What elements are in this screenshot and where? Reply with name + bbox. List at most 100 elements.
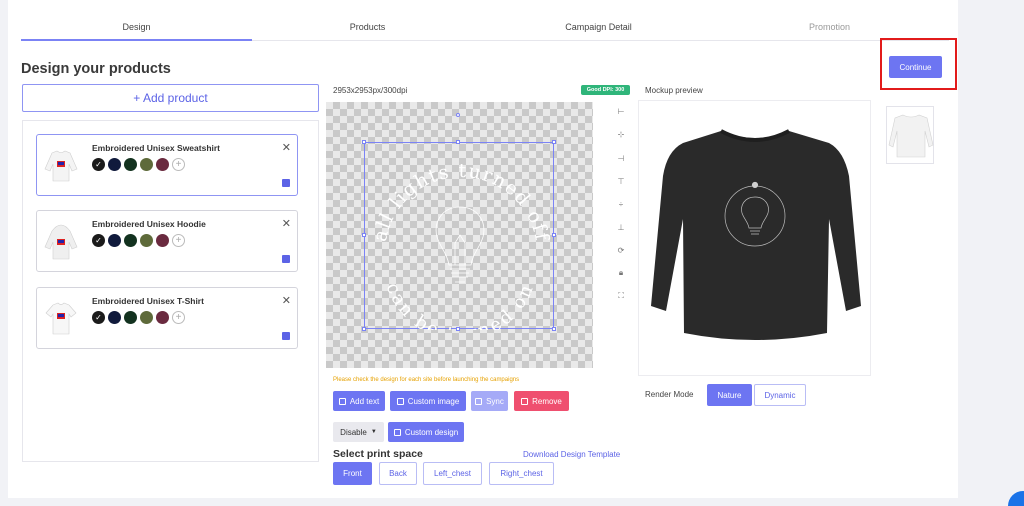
color-swatch-forest[interactable] xyxy=(124,311,137,324)
custom-design-button[interactable]: Custom design xyxy=(388,422,464,442)
color-swatch-forest[interactable] xyxy=(124,234,137,247)
mockup-preview-label: Mockup preview xyxy=(645,86,703,95)
rotate-icon[interactable]: ⟳ xyxy=(614,243,628,257)
product-name: Embroidered Unisex T-Shirt xyxy=(92,296,204,306)
align-center-h-icon[interactable]: ⊹ xyxy=(614,127,628,141)
mockup-preview: ● xyxy=(638,100,871,376)
close-icon[interactable]: ✕ xyxy=(282,294,291,307)
color-swatch-maroon[interactable] xyxy=(156,234,169,247)
color-swatch-forest[interactable] xyxy=(124,158,137,171)
product-card-sweatshirt[interactable]: Embroidered Unisex Sweatshirt ✕ ✓ + xyxy=(36,134,298,196)
page-title: Design your products xyxy=(21,61,171,77)
design-selection-box[interactable]: all lights turned off can be turned on xyxy=(362,113,556,345)
resize-handle[interactable] xyxy=(456,140,460,144)
svg-text:can be turned on: can be turned on xyxy=(382,280,539,330)
resize-handle[interactable] xyxy=(552,140,556,144)
tab-products[interactable]: Products xyxy=(252,22,483,32)
resize-handle[interactable] xyxy=(456,327,460,331)
custom-design-label: Custom design xyxy=(404,427,459,437)
resize-handle[interactable] xyxy=(552,327,556,331)
close-icon[interactable]: ✕ xyxy=(282,217,291,230)
warning-text: Please check the design for each site be… xyxy=(333,377,520,383)
resize-handle[interactable] xyxy=(362,140,366,144)
add-color-icon[interactable]: + xyxy=(172,158,185,171)
color-swatches: ✓ + xyxy=(92,158,185,171)
remove-button[interactable]: Remove xyxy=(514,391,569,411)
color-swatch-olive[interactable] xyxy=(140,158,153,171)
color-swatch-olive[interactable] xyxy=(140,311,153,324)
sweatshirt-mockup-image: ● xyxy=(651,129,861,340)
align-right-icon[interactable]: ⊣ xyxy=(614,151,628,165)
color-swatch-navy[interactable] xyxy=(108,311,121,324)
render-mode-label: Render Mode xyxy=(645,390,694,399)
color-swatch-navy[interactable] xyxy=(108,234,121,247)
color-swatches: ✓ + xyxy=(92,234,185,247)
align-left-icon[interactable]: ⊢ xyxy=(614,104,628,118)
mockup-thumbnail[interactable] xyxy=(886,106,934,164)
disable-dropdown[interactable]: Disable ▼ xyxy=(333,422,384,442)
add-text-button[interactable]: Add text xyxy=(333,391,385,411)
render-mode-nature[interactable]: Nature xyxy=(707,384,752,406)
sync-button[interactable]: Sync xyxy=(471,391,508,411)
print-space-left-chest[interactable]: Left_chest xyxy=(423,462,482,485)
custom-image-label: Custom image xyxy=(407,396,460,406)
product-card-tshirt[interactable]: Embroidered Unisex T-Shirt ✕ ✓ + xyxy=(36,287,298,349)
align-top-icon[interactable]: ⊤ xyxy=(614,174,628,188)
print-space-back[interactable]: Back xyxy=(379,462,417,485)
tab-campaign-detail[interactable]: Campaign Detail xyxy=(483,22,714,32)
add-color-icon[interactable]: + xyxy=(172,234,185,247)
render-mode-dynamic[interactable]: Dynamic xyxy=(754,384,806,406)
rotate-handle[interactable] xyxy=(456,113,460,117)
resize-handle[interactable] xyxy=(552,233,556,237)
copy-icon xyxy=(475,397,483,405)
print-space-title: Select print space xyxy=(333,448,423,460)
design-text-bottom: can be turned on xyxy=(382,280,536,345)
product-card-hoodie[interactable]: Embroidered Unisex Hoodie ✕ ✓ + xyxy=(36,210,298,272)
trash-icon xyxy=(521,397,529,405)
product-name: Embroidered Unisex Sweatshirt xyxy=(92,143,221,153)
image-icon[interactable] xyxy=(282,179,290,187)
white-sweatshirt-thumbnail xyxy=(888,114,934,158)
color-swatch-black[interactable]: ✓ xyxy=(92,158,105,171)
mockup-print-text: ● xyxy=(752,180,759,189)
tab-active-indicator xyxy=(21,39,252,41)
resize-handle[interactable] xyxy=(362,327,366,331)
custom-image-button[interactable]: Custom image xyxy=(390,391,466,411)
fit-icon[interactable]: ⛶ xyxy=(614,289,628,303)
color-swatch-olive[interactable] xyxy=(140,234,153,247)
disable-label: Disable xyxy=(340,427,367,437)
continue-button[interactable]: Continue xyxy=(889,56,942,78)
chat-bubble-icon[interactable] xyxy=(1008,491,1024,506)
design-text-top: all lights turned off xyxy=(369,160,552,244)
image-icon[interactable] xyxy=(282,255,290,263)
lock-icon[interactable]: 🔒︎ xyxy=(614,266,628,280)
text-icon xyxy=(338,397,346,405)
add-text-label: Add text xyxy=(349,396,380,406)
add-color-icon[interactable]: + xyxy=(172,311,185,324)
close-icon[interactable]: ✕ xyxy=(282,141,291,154)
print-space-right-chest[interactable]: Right_chest xyxy=(489,462,554,485)
color-swatch-maroon[interactable] xyxy=(156,158,169,171)
align-bottom-icon[interactable]: ⊥ xyxy=(614,220,628,234)
image-icon xyxy=(393,428,401,436)
resize-handle[interactable] xyxy=(362,233,366,237)
print-space-front[interactable]: Front xyxy=(333,462,372,485)
image-icon[interactable] xyxy=(282,332,290,340)
design-canvas[interactable]: all lights turned off can be turned on xyxy=(326,102,593,368)
tab-design[interactable]: Design xyxy=(21,22,252,32)
color-swatches: ✓ + xyxy=(92,311,185,324)
color-swatch-black[interactable]: ✓ xyxy=(92,311,105,324)
align-middle-icon[interactable]: ÷ xyxy=(614,197,628,211)
chevron-down-icon: ▼ xyxy=(370,429,377,435)
color-swatch-navy[interactable] xyxy=(108,158,121,171)
canvas-dimensions: 2953x2953px/300dpi xyxy=(333,86,408,95)
download-template-link[interactable]: Download Design Template xyxy=(523,450,620,459)
image-icon xyxy=(396,397,404,405)
design-artwork: all lights turned off can be turned on xyxy=(369,160,552,345)
tab-promotion[interactable]: Promotion xyxy=(714,22,945,32)
add-product-button[interactable]: + Add product xyxy=(22,84,319,112)
lightbulb-icon xyxy=(435,206,485,283)
tshirt-thumbnail xyxy=(45,302,77,335)
color-swatch-black[interactable]: ✓ xyxy=(92,234,105,247)
color-swatch-maroon[interactable] xyxy=(156,311,169,324)
